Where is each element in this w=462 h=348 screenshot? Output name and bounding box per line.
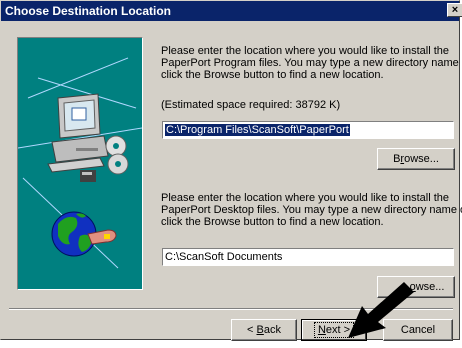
back-label-part: ack bbox=[263, 324, 281, 336]
instruction-line: Please enter the location where you woul… bbox=[161, 45, 450, 57]
desktop-path-input[interactable]: C:\ScanSoft Documents bbox=[162, 248, 454, 266]
close-icon: × bbox=[451, 4, 459, 16]
instruction-line: PaperPort Desktop files. You may type a … bbox=[161, 204, 462, 216]
browse-program-button[interactable]: Browse... bbox=[377, 148, 455, 170]
desktop-instructions: Please enter the location where you woul… bbox=[161, 192, 462, 228]
instruction-line: click the Browse button to find a new lo… bbox=[161, 216, 384, 228]
illustration-graphic bbox=[18, 57, 142, 269]
browse-label-part: owse... bbox=[404, 153, 439, 165]
program-path-input[interactable]: C:\Program Files\ScanSoft\PaperPort bbox=[162, 121, 454, 139]
program-instructions: Please enter the location where you woul… bbox=[161, 45, 462, 81]
instruction-line: Please enter the location where you woul… bbox=[161, 192, 450, 204]
desktop-path-value: C:\ScanSoft Documents bbox=[165, 251, 283, 263]
instruction-line: click the Browse button to find a new lo… bbox=[161, 69, 384, 81]
pointer-arrow-icon bbox=[348, 282, 414, 338]
back-label-mnemonic: B bbox=[256, 324, 264, 336]
title-bar[interactable]: Choose Destination Location × bbox=[1, 1, 462, 21]
setup-illustration bbox=[17, 37, 143, 290]
space-required-note: (Estimated space required: 38792 K) bbox=[161, 99, 341, 111]
instruction-line: PaperPort Program files. You may type a … bbox=[161, 57, 462, 69]
next-label-mnemonic: N bbox=[317, 324, 326, 336]
window-title: Choose Destination Location bbox=[5, 4, 172, 18]
cd-disc-icon bbox=[105, 135, 129, 175]
program-path-value: C:\Program Files\ScanSoft\PaperPort bbox=[165, 124, 350, 136]
back-button[interactable]: < Back bbox=[231, 319, 297, 341]
back-label-part: < bbox=[247, 324, 257, 336]
close-button[interactable]: × bbox=[447, 3, 462, 17]
